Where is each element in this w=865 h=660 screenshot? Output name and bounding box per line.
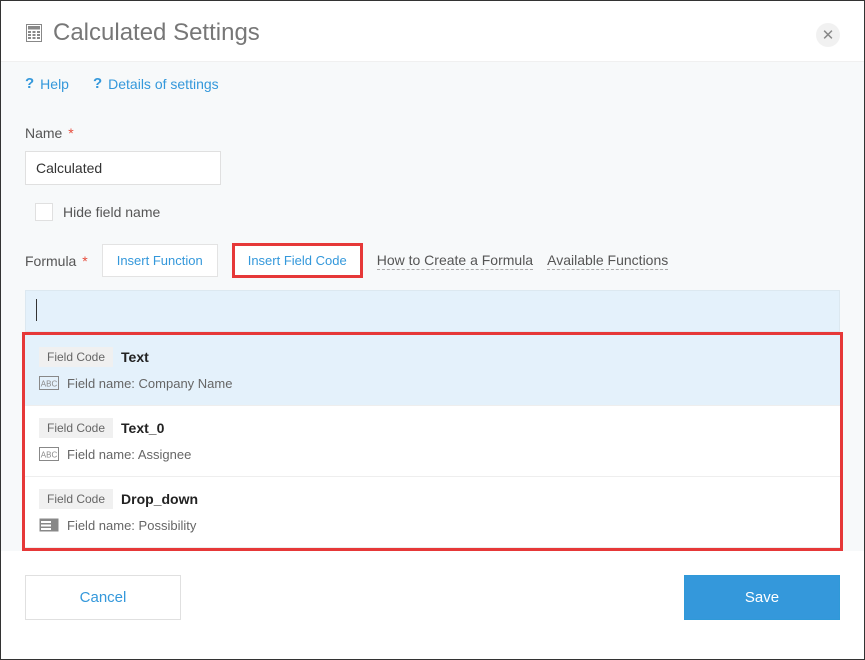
- required-marker: *: [78, 253, 87, 269]
- formula-label-text: Formula: [25, 253, 76, 269]
- text-cursor: [36, 299, 37, 321]
- field-item-header: Field Code Text: [39, 347, 826, 367]
- field-code-badge: Field Code: [39, 347, 113, 367]
- formula-toolbar: Formula * Insert Function Insert Field C…: [25, 243, 840, 278]
- details-link[interactable]: ? Details of settings: [93, 75, 219, 92]
- calculator-icon: [25, 24, 43, 42]
- field-code-dropdown-scroll[interactable]: Field Code Text ABC Field name: Company …: [25, 335, 840, 548]
- name-label-text: Name: [25, 125, 62, 141]
- help-bar: ? Help ? Details of settings: [1, 61, 864, 105]
- calculated-settings-dialog: Calculated Settings ✕ ? Help ? Details o…: [0, 0, 865, 660]
- available-functions-link[interactable]: Available Functions: [547, 252, 668, 270]
- field-code-item[interactable]: Field Code Text_0 ABC Field name: Assign…: [25, 406, 840, 477]
- field-name-text: Field name: Possibility: [67, 518, 196, 533]
- name-input[interactable]: [25, 151, 221, 185]
- dialog-scroll-area[interactable]: ? Help ? Details of settings Name * Hide…: [1, 61, 864, 660]
- hide-field-row: Hide field name: [35, 203, 840, 221]
- field-code-item[interactable]: Field Code Drop_down Field name: Possibi…: [25, 477, 840, 548]
- field-code-value: Text: [121, 349, 149, 365]
- dialog-title: Calculated Settings: [53, 19, 260, 47]
- dialog-footer: Cancel Save: [1, 551, 864, 644]
- field-code-badge: Field Code: [39, 489, 113, 509]
- field-code-dropdown: Field Code Text ABC Field name: Company …: [22, 332, 843, 551]
- required-marker: *: [64, 125, 73, 141]
- formula-textarea[interactable]: [25, 290, 840, 332]
- help-link[interactable]: ? Help: [25, 75, 69, 92]
- insert-field-code-button[interactable]: Insert Field Code: [232, 243, 363, 278]
- close-icon: ✕: [822, 26, 835, 44]
- field-code-badge: Field Code: [39, 418, 113, 438]
- close-button[interactable]: ✕: [816, 23, 840, 47]
- hide-field-checkbox[interactable]: [35, 203, 53, 221]
- field-code-value: Text_0: [121, 420, 164, 436]
- details-link-label: Details of settings: [108, 76, 219, 92]
- dropdown-field-icon: [39, 517, 59, 533]
- field-item-detail: Field name: Possibility: [39, 517, 826, 533]
- help-link-label: Help: [40, 76, 69, 92]
- name-label: Name *: [25, 125, 840, 141]
- question-icon: ?: [93, 75, 102, 92]
- text-field-icon: ABC: [39, 446, 59, 462]
- cancel-button[interactable]: Cancel: [25, 575, 181, 620]
- field-item-header: Field Code Drop_down: [39, 489, 826, 509]
- field-code-item[interactable]: Field Code Text ABC Field name: Company …: [25, 335, 840, 406]
- hide-field-label: Hide field name: [63, 204, 160, 220]
- field-name-text: Field name: Company Name: [67, 376, 232, 391]
- text-field-icon: ABC: [39, 375, 59, 391]
- insert-function-button[interactable]: Insert Function: [102, 244, 218, 277]
- field-item-detail: ABC Field name: Company Name: [39, 375, 826, 391]
- field-item-header: Field Code Text_0: [39, 418, 826, 438]
- formula-label: Formula *: [25, 253, 88, 269]
- field-item-detail: ABC Field name: Assignee: [39, 446, 826, 462]
- how-to-link[interactable]: How to Create a Formula: [377, 252, 533, 270]
- field-name-text: Field name: Assignee: [67, 447, 191, 462]
- field-code-value: Drop_down: [121, 491, 198, 507]
- svg-text:ABC: ABC: [41, 380, 58, 389]
- dialog-header: Calculated Settings: [1, 1, 864, 61]
- form-body: Name * Hide field name Formula * Insert …: [1, 105, 864, 551]
- question-icon: ?: [25, 75, 34, 92]
- save-button[interactable]: Save: [684, 575, 840, 620]
- svg-text:ABC: ABC: [41, 451, 58, 460]
